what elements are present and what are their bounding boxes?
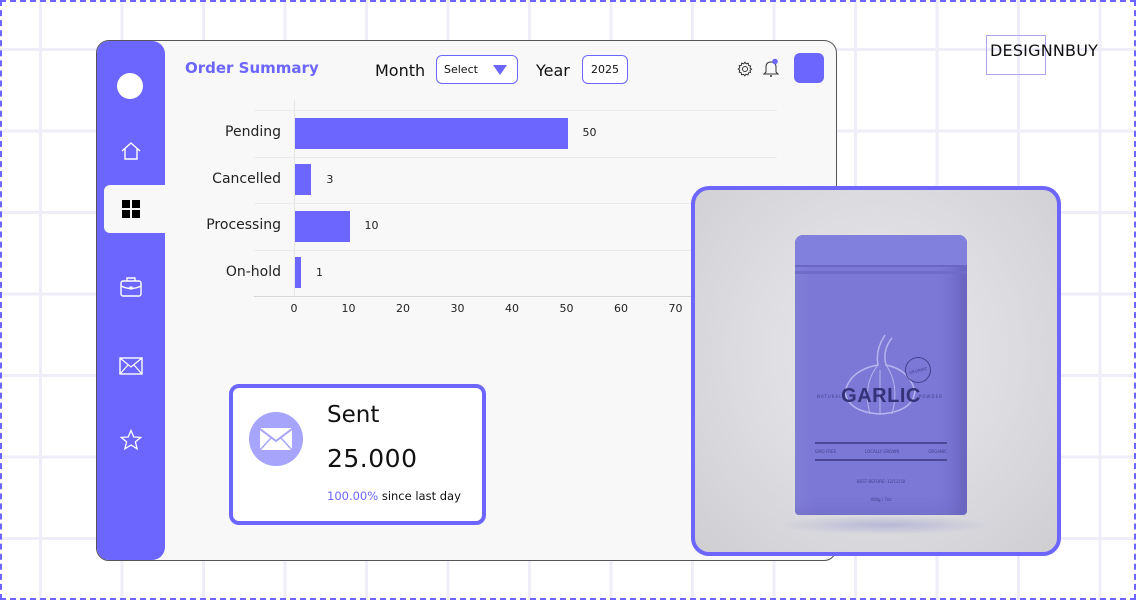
pouch-shadow [775, 515, 995, 535]
band-item: GMO FREE [815, 449, 837, 454]
chart-bar [295, 257, 301, 289]
pouch-band-text: GMO FREE LOCALLY GROWN ORGANIC [815, 449, 947, 454]
stat-card-sent: Sent 25.000 100.00% since last day [229, 384, 486, 525]
chart-category-label: Cancelled [212, 170, 281, 187]
chart-x-tick-label: 30 [450, 302, 465, 315]
chart-value-label: 3 [326, 172, 334, 186]
pouch-weight: 400g / 7oz [870, 497, 892, 502]
chart-bar [295, 210, 350, 242]
chart-value-label: 50 [582, 126, 597, 140]
chart-category-label: Pending [225, 124, 281, 141]
pouch-zip [795, 271, 967, 274]
chart-x-tick-label: 10 [341, 302, 356, 315]
card-change-pct: 100.00% [327, 489, 379, 503]
pouch-band-bottom [815, 459, 947, 461]
chart-value-label: 1 [316, 265, 323, 279]
chart-bar [295, 164, 312, 196]
chart-grid-line [254, 110, 777, 111]
chart-x-tick-label: 20 [396, 302, 410, 315]
chart-category-label: Processing [206, 217, 281, 234]
brand-logo: DESIGNNBUY [990, 41, 1099, 60]
mail-icon [259, 428, 293, 451]
card-value: 25.000 [327, 444, 418, 473]
chart-x-tick-label: 60 [614, 302, 628, 315]
chart-x-tick-label: 40 [505, 302, 519, 315]
band-item: LOCALLY GROWN [864, 449, 900, 454]
card-change: 100.00% since last day [327, 489, 461, 503]
chart-x-tick-label: 0 [290, 302, 298, 315]
chart-bar [295, 117, 568, 149]
pouch-band-top [815, 442, 947, 444]
chart-x-tick-label: 50 [559, 302, 574, 315]
card-change-text: since last day [381, 489, 461, 503]
card-title: Sent [327, 402, 380, 428]
card-mail-badge [249, 412, 303, 466]
chart-grid-line [254, 156, 777, 158]
pouch-best-before: BEST BEFORE: 12/12/18 [856, 479, 906, 484]
band-item: ORGANIC [928, 449, 947, 454]
chart-x-tick-label: 70 [668, 302, 683, 315]
pouch-seal [795, 235, 967, 267]
pouch-brand-word: GARLIC [841, 385, 921, 407]
chart-category-label: On-hold [225, 263, 281, 280]
product-image-card: ORGANIC NATURAL POWDER GARLIC GMO FREE L… [691, 186, 1061, 556]
garlic-pouch-image: ORGANIC NATURAL POWDER GARLIC GMO FREE L… [795, 235, 967, 515]
chart-value-label: 10 [364, 219, 379, 233]
